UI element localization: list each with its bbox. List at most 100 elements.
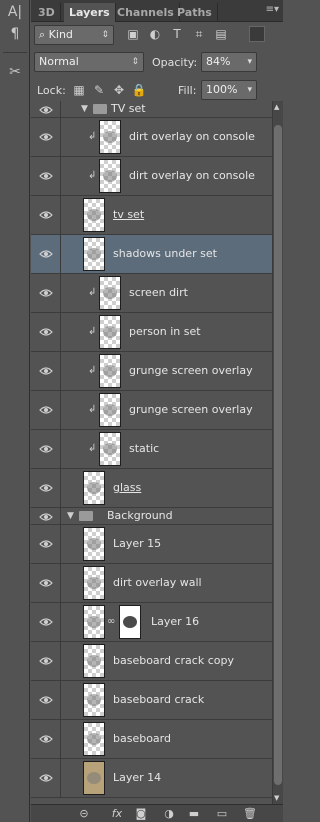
layer-thumbnail[interactable]: [83, 683, 105, 717]
chevron-down-icon[interactable]: ▼: [81, 104, 88, 114]
filter-toggle-icon[interactable]: [249, 26, 265, 42]
new-layer-icon[interactable]: ▭: [214, 807, 230, 821]
layer-group-row[interactable]: ▼ Background: [31, 508, 272, 525]
eye-icon[interactable]: [39, 481, 53, 495]
character-tool-icon[interactable]: A|: [4, 2, 26, 22]
tab-layers[interactable]: Layers: [64, 3, 116, 22]
layer-name[interactable]: person in set: [129, 325, 201, 338]
eye-icon[interactable]: [39, 325, 53, 339]
layer-name[interactable]: tv set: [113, 208, 144, 221]
eye-icon[interactable]: [39, 537, 53, 551]
layer-thumbnail[interactable]: [99, 276, 121, 310]
layer-row[interactable]: Layer 15: [31, 525, 272, 564]
paragraph-tool-icon[interactable]: ¶: [4, 24, 26, 44]
layer-name[interactable]: grunge screen overlay: [129, 364, 253, 377]
scroll-down-icon[interactable]: ▼: [274, 794, 279, 802]
lock-brush-icon[interactable]: ✎: [91, 82, 107, 98]
eye-icon[interactable]: [39, 208, 53, 222]
scrollbar-thumb[interactable]: [274, 125, 282, 785]
layer-group-row[interactable]: ▼ TV set: [31, 101, 272, 118]
layer-name[interactable]: TV set: [111, 102, 146, 115]
layer-row[interactable]: shadows under set: [31, 235, 272, 274]
layer-thumbnail[interactable]: [83, 237, 105, 271]
filter-pixel-icon[interactable]: ▣: [125, 26, 141, 42]
eye-icon[interactable]: [39, 130, 53, 144]
tab-channels[interactable]: Channels: [112, 3, 180, 22]
layer-name[interactable]: dirt overlay on console: [129, 169, 255, 182]
layer-row[interactable]: ↲ dirt overlay on console: [31, 118, 272, 157]
lock-move-icon[interactable]: ✥: [111, 82, 127, 98]
fx-icon[interactable]: fx: [109, 807, 125, 821]
eye-icon[interactable]: [39, 403, 53, 417]
layer-row[interactable]: ↲ person in set: [31, 313, 272, 352]
eye-icon[interactable]: [39, 247, 53, 261]
filter-kind-select[interactable]: ⌕ Kind ⇕: [34, 25, 114, 45]
link-icon[interactable]: ⊝: [76, 807, 92, 821]
layer-row[interactable]: ↲ screen dirt: [31, 274, 272, 313]
layer-name[interactable]: shadows under set: [113, 247, 217, 260]
layer-name[interactable]: static: [129, 442, 159, 455]
layer-name[interactable]: dirt overlay on console: [129, 130, 255, 143]
eye-icon[interactable]: [39, 442, 53, 456]
layer-thumbnail[interactable]: [83, 761, 105, 795]
eye-icon[interactable]: [39, 576, 53, 590]
layer-row[interactable]: baseboard: [31, 720, 272, 759]
layer-name[interactable]: screen dirt: [129, 286, 188, 299]
layer-row[interactable]: dirt overlay wall: [31, 564, 272, 603]
layer-row[interactable]: glass: [31, 469, 272, 508]
layer-row[interactable]: baseboard crack: [31, 681, 272, 720]
mask-icon[interactable]: ◙: [133, 807, 149, 821]
layer-name[interactable]: baseboard crack: [113, 693, 204, 706]
layer-name[interactable]: baseboard: [113, 732, 171, 745]
eye-icon[interactable]: [39, 364, 53, 378]
scroll-up-icon[interactable]: ▲: [274, 103, 279, 111]
chevron-down-icon[interactable]: ▼: [67, 511, 74, 521]
layer-name[interactable]: Layer 14: [113, 771, 161, 784]
layer-name[interactable]: Background: [107, 509, 173, 522]
filter-type-icon[interactable]: T: [169, 26, 185, 42]
filter-smart-object-icon[interactable]: ▤: [213, 26, 229, 42]
layer-thumbnail[interactable]: [83, 527, 105, 561]
layer-thumbnail[interactable]: [99, 120, 121, 154]
adjustment-icon[interactable]: ◑: [161, 807, 177, 821]
layer-thumbnail[interactable]: [83, 471, 105, 505]
layer-row[interactable]: ∞ Layer 16: [31, 603, 272, 642]
eye-icon[interactable]: [39, 693, 53, 707]
layer-name[interactable]: dirt overlay wall: [113, 576, 202, 589]
layer-name[interactable]: Layer 16: [151, 615, 199, 628]
layer-thumbnail[interactable]: [99, 393, 121, 427]
eye-icon[interactable]: [39, 732, 53, 746]
layer-row[interactable]: ↲ grunge screen overlay: [31, 352, 272, 391]
scissors-icon[interactable]: ✂: [4, 62, 26, 82]
layer-thumbnail[interactable]: [99, 159, 121, 193]
eye-icon[interactable]: [39, 771, 53, 785]
layer-thumbnail[interactable]: [83, 566, 105, 600]
eye-icon[interactable]: [39, 286, 53, 300]
layer-thumbnail[interactable]: [83, 198, 105, 232]
fill-input[interactable]: 100% ▾: [201, 80, 257, 100]
layer-row[interactable]: tv set: [31, 196, 272, 235]
layer-name[interactable]: baseboard crack copy: [113, 654, 234, 667]
layer-row[interactable]: ↲ dirt overlay on console: [31, 157, 272, 196]
layer-name[interactable]: grunge screen overlay: [129, 403, 253, 416]
chain-link-icon[interactable]: ∞: [107, 616, 115, 627]
filter-adjustment-icon[interactable]: ◐: [147, 26, 163, 42]
layer-thumbnail[interactable]: [83, 644, 105, 678]
layer-row[interactable]: ↲ grunge screen overlay: [31, 391, 272, 430]
layer-mask-thumbnail[interactable]: [119, 605, 141, 639]
tab-3d[interactable]: 3D: [33, 3, 61, 22]
layer-name[interactable]: glass: [113, 481, 141, 494]
blend-mode-select[interactable]: Normal ⇕: [34, 52, 144, 72]
eye-icon[interactable]: [39, 510, 53, 524]
eye-icon[interactable]: [39, 103, 53, 117]
eye-icon[interactable]: [39, 654, 53, 668]
eye-icon[interactable]: [39, 615, 53, 629]
layer-row[interactable]: ↲ static: [31, 430, 272, 469]
layers-scrollbar[interactable]: ▲ ▼: [272, 101, 283, 804]
layer-thumbnail[interactable]: [99, 315, 121, 349]
layer-thumbnail[interactable]: [99, 432, 121, 466]
eye-icon[interactable]: [39, 169, 53, 183]
filter-shape-icon[interactable]: ⌗: [191, 26, 207, 42]
layer-row[interactable]: baseboard crack copy: [31, 642, 272, 681]
trash-icon[interactable]: 🗑: [242, 807, 258, 821]
